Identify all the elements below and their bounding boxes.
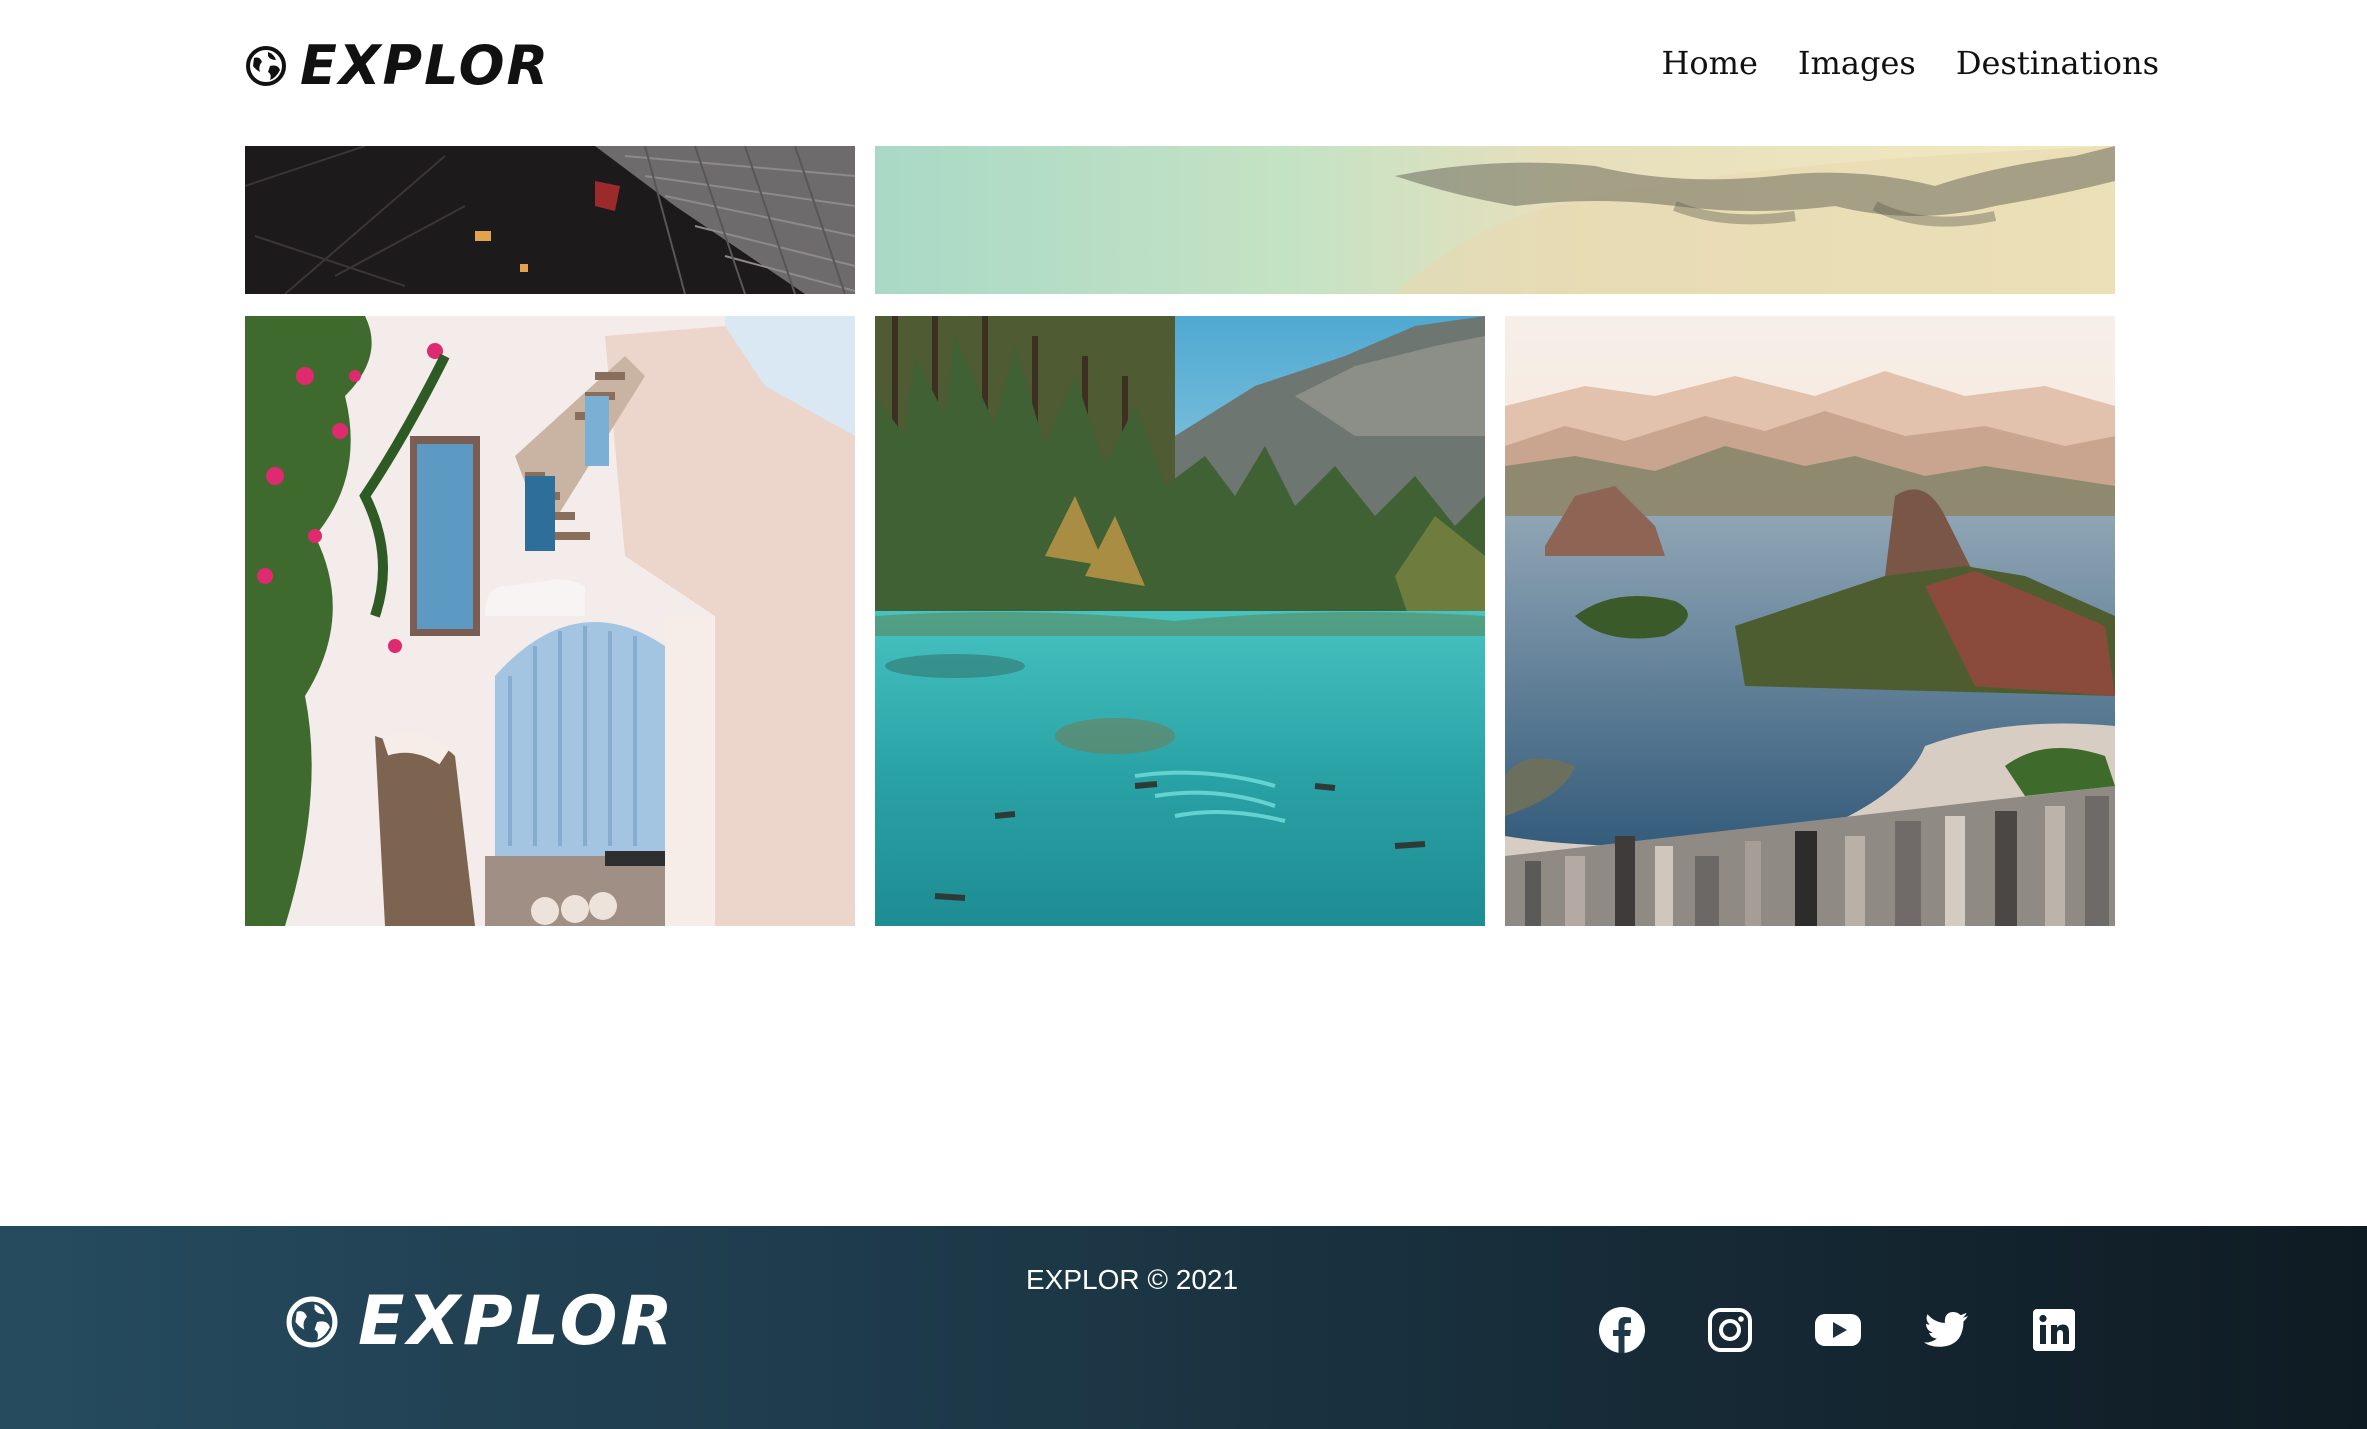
linkedin-link[interactable] [2030,1306,2078,1354]
facebook-icon [1599,1307,1645,1353]
nav-home[interactable]: Home [1661,44,1757,82]
footer-brand-name: EXPLOR [358,1282,676,1361]
instagram-link[interactable] [1706,1306,1754,1354]
brand-logo[interactable]: EXPLOR [244,36,550,96]
rio-de-janeiro-bay-photo[interactable] [1505,316,2115,926]
instagram-icon [1708,1308,1752,1352]
twitter-icon [1924,1312,1968,1347]
image-gallery [245,146,2116,926]
village-rooftop-photo[interactable] [245,146,855,294]
beach-shoreline-photo[interactable] [875,146,2115,294]
social-links [1598,1306,2078,1354]
globe-icon [286,1296,338,1348]
facebook-link[interactable] [1598,1306,1646,1354]
nav-destinations[interactable]: Destinations [1956,44,2159,82]
globe-icon [246,46,286,86]
nav-images[interactable]: Images [1798,44,1916,82]
santorini-door-photo[interactable] [245,316,855,926]
main-nav: Home Images Destinations [1661,44,2159,82]
copyright-text: EXPLOR © 2021 [1026,1264,1239,1295]
brand-name: EXPLOR [300,34,551,97]
linkedin-icon [2033,1309,2075,1351]
twitter-link[interactable] [1922,1306,1970,1354]
site-header: EXPLOR Home Images Destinations [0,0,2367,135]
footer-brand-logo[interactable]: EXPLOR [284,1288,676,1356]
youtube-icon [1815,1314,1861,1346]
youtube-link[interactable] [1814,1306,1862,1354]
turquoise-lake-photo[interactable] [875,316,1485,926]
